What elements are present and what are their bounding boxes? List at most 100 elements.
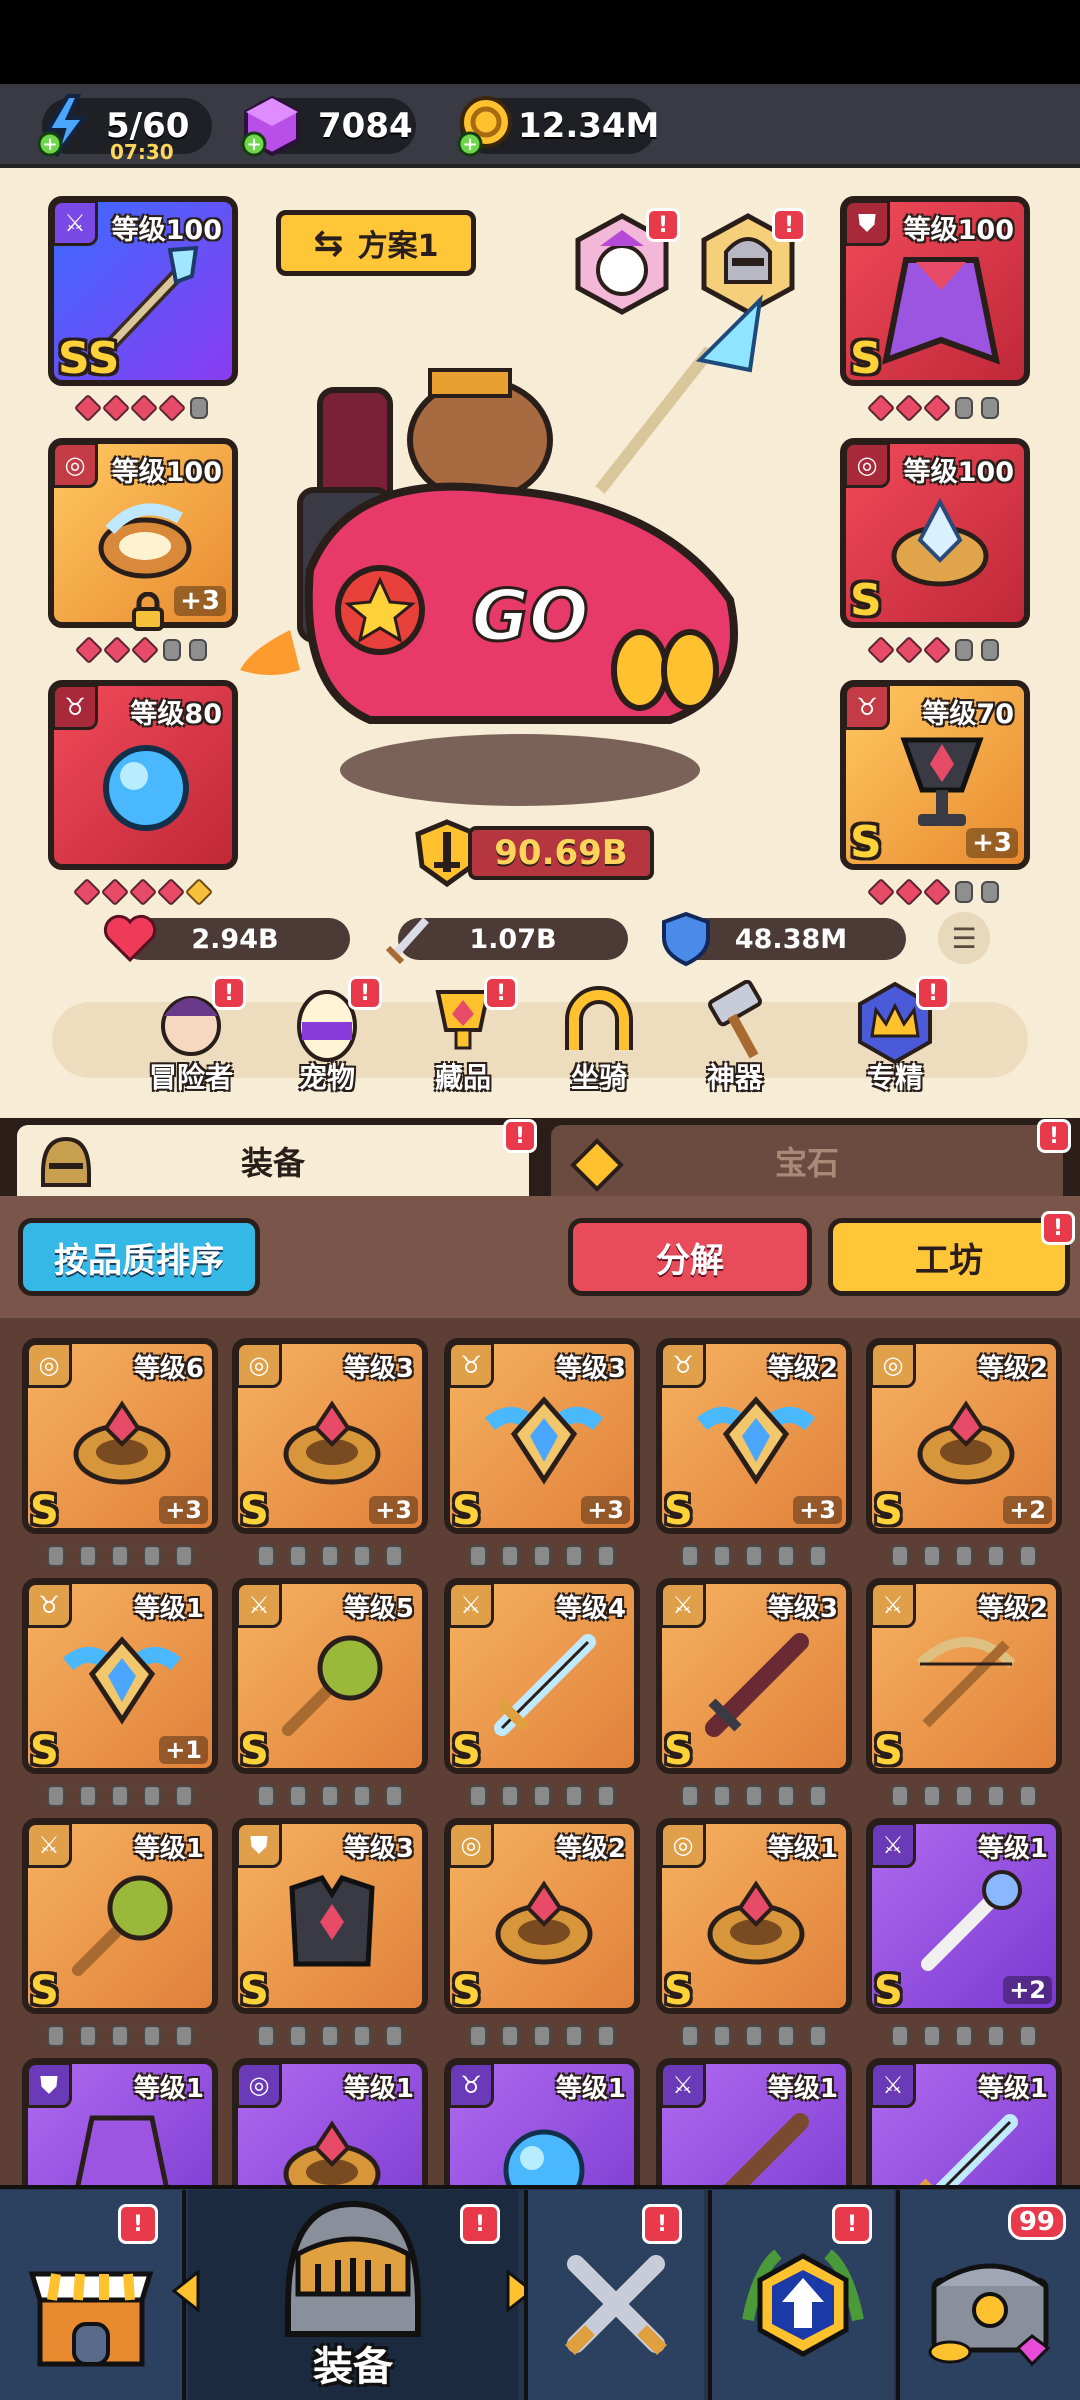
item-grade: S bbox=[874, 1488, 903, 1534]
gem-counter[interactable]: + 7084 bbox=[241, 95, 416, 157]
svg-text:+: + bbox=[462, 134, 477, 155]
hero-character[interactable]: GO bbox=[230, 270, 790, 810]
nav-mount[interactable]: 坐骑 bbox=[544, 980, 654, 1100]
chevron-left-icon[interactable] bbox=[170, 2270, 202, 2312]
item-level: 等级1 bbox=[977, 2074, 1048, 2104]
equipped-weapon-slot[interactable]: ⚔ 等级100 SS bbox=[48, 196, 238, 386]
equipped-ring2-slot[interactable]: ◎ 等级100 S bbox=[840, 438, 1030, 628]
item-level: 等级5 bbox=[343, 1594, 414, 1624]
item-enhance-bonus: +2 bbox=[1003, 1496, 1052, 1524]
inventory-item[interactable]: ⚔ 等级1 S bbox=[22, 1818, 218, 2014]
attack-value: 1.07B bbox=[469, 923, 557, 955]
bottom-nav-upgrade[interactable]: ! bbox=[708, 2190, 894, 2400]
shield-icon bbox=[662, 911, 710, 967]
gem-sockets bbox=[840, 393, 1030, 423]
nav-mastery-label: 专精 bbox=[866, 1061, 923, 1094]
sort-by-quality-button[interactable]: 按品质排序 bbox=[18, 1218, 260, 1296]
item-slot-icon: ⚔ bbox=[870, 1822, 916, 1868]
item-level: 等级1 bbox=[767, 1834, 838, 1864]
item-level: 等级1 bbox=[555, 2074, 626, 2104]
bottom-nav-battle[interactable]: ! bbox=[524, 2190, 704, 2400]
nav-pet[interactable]: 宠物 ! bbox=[272, 976, 382, 1100]
inventory-item[interactable]: ◎ 等级3 S +3 bbox=[232, 1338, 428, 1534]
sort-label: 按品质排序 bbox=[54, 1240, 224, 1281]
ring-icon bbox=[917, 1400, 1015, 1485]
item-level: 等级4 bbox=[555, 1594, 626, 1624]
equipped-level: 等级100 bbox=[903, 215, 1014, 246]
item-slot-icon: ♉ bbox=[448, 2062, 494, 2108]
item-slot-icon: ⚔ bbox=[236, 1582, 282, 1628]
notification-badge: ! bbox=[484, 976, 518, 1010]
item-level: 等级1 bbox=[343, 2074, 414, 2104]
weapon-slot-icon: ⚔ bbox=[52, 200, 98, 246]
gold-coin-icon: + bbox=[457, 96, 512, 157]
inventory-item[interactable]: ⚔ 等级3 S bbox=[656, 1578, 852, 1774]
nav-artifact[interactable]: 神器 bbox=[680, 980, 790, 1100]
gold-counter[interactable]: + 12.34M bbox=[457, 96, 659, 157]
enhance-bonus: +3 bbox=[966, 828, 1018, 858]
equipped-level: 等级70 bbox=[922, 699, 1014, 730]
bottom-nav-chest[interactable]: 99 bbox=[896, 2190, 1080, 2400]
inventory-item[interactable]: ⚔ 等级2 S bbox=[866, 1578, 1062, 1774]
water-orb-icon bbox=[103, 745, 189, 831]
armor-slot-icon: ⛊ bbox=[844, 200, 890, 246]
item-slot-icon: ◎ bbox=[26, 1342, 72, 1388]
equipped-trophy-slot[interactable]: ♉ 等级70 S +3 bbox=[840, 680, 1030, 870]
ring-icon bbox=[283, 1400, 381, 1485]
equipped-level: 等级100 bbox=[903, 457, 1014, 488]
inventory-item[interactable]: ◎ 等级2 S +2 bbox=[866, 1338, 1062, 1534]
winged-amulet-icon bbox=[484, 1396, 604, 1485]
item-grade: S bbox=[240, 1728, 269, 1774]
nav-collection[interactable]: 藏品 ! bbox=[408, 976, 518, 1100]
workshop-button[interactable]: 工坊 ! bbox=[828, 1211, 1075, 1296]
item-slot-icon: ◎ bbox=[236, 1342, 282, 1388]
inventory-item[interactable]: ◎ 等级6 S +3 bbox=[22, 1338, 218, 1534]
svg-text:+: + bbox=[246, 134, 261, 155]
notification-badge: ! bbox=[118, 2204, 158, 2244]
item-level: 等级2 bbox=[977, 1594, 1048, 1624]
item-level: 等级1 bbox=[767, 2074, 838, 2104]
item-lock-row bbox=[656, 2022, 852, 2050]
necklace-slot-icon: ♉ bbox=[52, 684, 98, 730]
attack-stat: 1.07B bbox=[385, 917, 628, 965]
equipped-armor-slot[interactable]: ⛊ 等级100 S bbox=[840, 196, 1030, 386]
equipped-ring-slot[interactable]: ◎ 等级100 +3 bbox=[48, 438, 238, 631]
inventory-item[interactable]: ⛊ 等级3 S bbox=[232, 1818, 428, 2014]
ring-slot-icon: ◎ bbox=[844, 442, 890, 488]
notification-badge: ! bbox=[832, 2204, 872, 2244]
tab-equipment[interactable]: 装备 ! bbox=[12, 1119, 537, 1196]
nav-adventurer[interactable]: 冒险者 ! bbox=[136, 976, 246, 1100]
plan-label: 方案1 bbox=[357, 229, 439, 264]
inventory-item[interactable]: ◎ 等级1 S bbox=[656, 1818, 852, 2014]
equipped-necklace-slot[interactable]: ♉ 等级80 bbox=[48, 680, 238, 870]
plan-switch-button[interactable]: ⇆ 方案1 bbox=[276, 210, 476, 276]
notification-badge: ! bbox=[916, 976, 950, 1010]
nav-mastery[interactable]: 专精 ! bbox=[840, 976, 950, 1100]
decompose-button[interactable]: 分解 bbox=[568, 1218, 812, 1296]
mount-horseshoe-icon bbox=[565, 986, 633, 1050]
gem-sockets bbox=[840, 877, 1030, 907]
item-lock-row bbox=[656, 1542, 852, 1570]
item-slot-icon: ⚔ bbox=[26, 1822, 72, 1868]
inventory-item[interactable]: ⚔ 等级5 S bbox=[232, 1578, 428, 1774]
notification-badge: ! bbox=[1041, 1211, 1075, 1245]
item-level: 等级6 bbox=[133, 1354, 204, 1384]
inventory-item[interactable]: ♉ 等级2 S +3 bbox=[656, 1338, 852, 1534]
inventory-item[interactable]: ⚔ 等级4 S bbox=[444, 1578, 640, 1774]
energy-timer: 07:30 bbox=[110, 140, 174, 164]
item-slot-icon: ◎ bbox=[448, 1822, 494, 1868]
bottom-nav-equipment[interactable]: 装备 ! bbox=[188, 2190, 518, 2400]
inventory-item[interactable]: ♉ 等级1 S +1 bbox=[22, 1578, 218, 1774]
item-slot-icon: ◎ bbox=[870, 1342, 916, 1388]
inventory-item[interactable]: ◎ 等级2 S bbox=[444, 1818, 640, 2014]
bottom-nav-shop[interactable]: ! bbox=[0, 2190, 186, 2400]
item-enhance-bonus: +3 bbox=[159, 1496, 208, 1524]
stats-detail-icon[interactable]: ☰ bbox=[938, 912, 990, 964]
energy-counter[interactable]: + 5/60 07:30 bbox=[37, 94, 212, 164]
tab-gems[interactable]: 宝石 ! bbox=[546, 1119, 1071, 1196]
item-lock-row bbox=[22, 2022, 218, 2050]
inventory-item[interactable]: ⚔ 等级1 S +2 bbox=[866, 1818, 1062, 2014]
item-grade: S bbox=[664, 1968, 693, 2014]
inventory-item[interactable]: ♉ 等级3 S +3 bbox=[444, 1338, 640, 1534]
item-level: 等级1 bbox=[133, 2074, 204, 2104]
